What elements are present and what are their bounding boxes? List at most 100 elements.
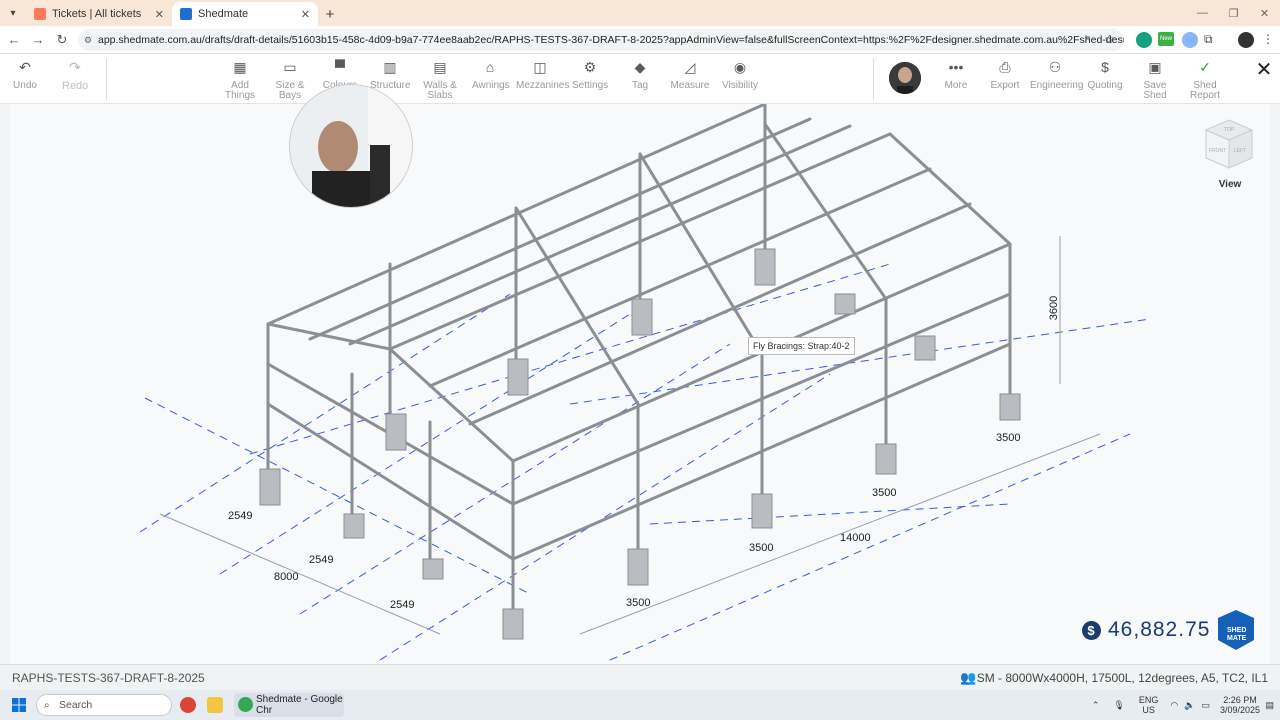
mezzanines-button[interactable]: ◫ Mezzanines <box>516 59 569 91</box>
height-dimension: 3600 <box>1048 295 1061 321</box>
microphone-icon[interactable]: 🎙 <box>1113 700 1124 711</box>
notification-icon[interactable]: ▤ <box>1265 700 1274 711</box>
extension-icon[interactable] <box>1182 32 1198 48</box>
puzzle-icon[interactable]: ⧉ <box>1204 32 1220 48</box>
chevron-up-icon[interactable]: ⌃ <box>1092 700 1100 711</box>
engineering-icon: ⚇ <box>1048 59 1062 75</box>
gear-icon: ⚙ <box>583 59 597 75</box>
taskbar-app-chrome[interactable]: Shedmate - Google Chr <box>234 693 344 717</box>
more-button[interactable]: ••• More <box>940 59 972 91</box>
length-dimension-4: 3500 <box>996 432 1021 444</box>
length-dimension-1: 3500 <box>626 597 651 609</box>
redo-button[interactable]: ↷ Redo <box>62 60 89 92</box>
site-info-icon[interactable]: ⚙ <box>84 35 92 46</box>
hubspot-icon <box>34 8 46 20</box>
visibility-button[interactable]: ◉ Visibility <box>722 59 758 91</box>
wifi-icon[interactable]: ◠ <box>1170 700 1178 711</box>
dollar-icon: $ <box>1082 620 1101 640</box>
view-cube[interactable]: TOP FRONT LEFT <box>1204 118 1254 170</box>
save-shed-button[interactable]: ▣ Save Shed <box>1138 59 1172 101</box>
tab-title: Tickets | All tickets <box>52 8 142 20</box>
extension-new-icon[interactable]: New <box>1158 32 1174 46</box>
tab-close-icon[interactable]: ✕ <box>301 8 310 21</box>
shed-3d-viewport[interactable] <box>10 104 1270 664</box>
viewcube-top-label: TOP <box>1224 127 1235 133</box>
eye-icon: ◉ <box>733 59 747 75</box>
chrome-icon <box>238 697 253 712</box>
shed-report-button[interactable]: ✓ Shed Report <box>1188 60 1222 101</box>
export-button[interactable]: ⎙ Export <box>988 59 1022 91</box>
tab-search-icon[interactable]: ▾ <box>0 0 26 26</box>
more-icon: ••• <box>948 59 964 75</box>
save-shed-label: Save Shed <box>1143 80 1167 101</box>
structure-button[interactable]: ▥ Structure <box>370 59 411 91</box>
clock[interactable]: 2:26 PM 3/09/2025 <box>1220 695 1260 715</box>
shed-frame-drawing <box>139 104 1151 661</box>
tab-title: Shedmate <box>198 8 249 20</box>
language-indicator[interactable]: ENG US <box>1139 695 1159 715</box>
size-bays-button[interactable]: ▭ Size & Bays <box>272 60 308 101</box>
close-designer-icon[interactable]: ✕ <box>1254 60 1274 80</box>
zoom-icon[interactable]: ⌕ <box>1085 32 1101 48</box>
windows-start-icon[interactable] <box>12 698 26 712</box>
tag-icon: ◆ <box>634 59 646 75</box>
person-icon[interactable]: 👥 <box>960 670 976 686</box>
length-total-dimension: 14000 <box>840 532 871 544</box>
redo-label: Redo <box>62 80 89 92</box>
user-avatar[interactable] <box>889 62 921 94</box>
minimize-icon[interactable]: — <box>1187 0 1218 26</box>
toolbar-divider <box>873 58 874 100</box>
viewcube-front-label: FRONT <box>1209 148 1226 154</box>
total-price: $ 46,882.75 <box>1082 618 1210 642</box>
settings-label: Settings <box>572 80 609 91</box>
chrome-menu-icon[interactable]: ⋮ <box>1262 32 1278 48</box>
add-things-label: Add Things <box>224 80 255 101</box>
taskbar-search[interactable]: ⌕ Search <box>36 694 172 716</box>
tab-close-icon[interactable]: ✕ <box>155 8 164 21</box>
reload-icon[interactable]: ↻ <box>50 28 74 52</box>
engineering-button[interactable]: ⚇ Engineering <box>1030 59 1083 91</box>
bookmark-icon[interactable]: ☆ <box>1104 32 1120 48</box>
forward-icon[interactable]: → <box>26 28 50 52</box>
profile-avatar[interactable] <box>1238 32 1254 48</box>
tag-button[interactable]: ◆ Tag <box>624 59 656 91</box>
undo-button[interactable]: ↶ Undo <box>12 60 38 91</box>
measure-button[interactable]: ◿ Measure <box>670 59 710 91</box>
dollar-icon: $ <box>1101 59 1109 75</box>
status-bar: RAPHS-TESTS-367-DRAFT-8-2025 👥 SM - 8000… <box>0 664 1280 690</box>
size-bays-label: Size & Bays <box>275 80 305 101</box>
save-icon: ▣ <box>1148 59 1162 75</box>
member-tooltip: Fly Bracings: Strap:40-2 <box>748 337 855 355</box>
span-dimension-1: 2549 <box>228 510 253 522</box>
visibility-label: Visibility <box>722 80 758 91</box>
mezzanine-icon: ◫ <box>533 59 547 75</box>
maximize-icon[interactable]: ❐ <box>1218 0 1249 26</box>
volume-icon[interactable]: 🔈 <box>1184 700 1195 711</box>
span-dimension-2: 2549 <box>309 554 334 566</box>
quoting-button[interactable]: $ Quoting <box>1086 59 1124 91</box>
quoting-label: Quoting <box>1087 80 1123 91</box>
settings-button[interactable]: ⚙ Settings <box>572 59 609 91</box>
file-explorer-icon[interactable] <box>207 697 223 713</box>
svg-text:SHED: SHED <box>1227 627 1246 634</box>
lang-line1: ENG <box>1138 695 1159 705</box>
user-avatar-photo <box>889 62 921 94</box>
grammarly-icon[interactable] <box>1136 32 1152 48</box>
walls-slabs-button[interactable]: ▤ Walls & Slabs <box>422 60 458 101</box>
close-window-icon[interactable]: ✕ <box>1249 0 1280 26</box>
new-tab-button[interactable]: + <box>318 2 342 26</box>
url-field[interactable]: ⚙ app.shedmate.com.au/drafts/draft-detai… <box>78 29 1124 51</box>
add-things-icon: ▦ <box>233 59 247 75</box>
chrome-icon[interactable] <box>180 697 196 713</box>
printer-icon: ⎙ <box>999 59 1011 75</box>
battery-icon[interactable]: ▭ <box>1201 700 1210 711</box>
structure-icon: ▥ <box>383 59 397 75</box>
add-things-button[interactable]: ▦ Add Things <box>222 59 258 101</box>
svg-text:MATE: MATE <box>1227 635 1247 642</box>
awnings-button[interactable]: ⌂ Awnings <box>472 60 510 91</box>
tab-tickets[interactable]: Tickets | All tickets ✕ <box>26 2 172 26</box>
tab-shedmate[interactable]: Shedmate ✕ <box>172 2 318 26</box>
measure-icon: ◿ <box>684 59 696 75</box>
measure-label: Measure <box>670 80 710 91</box>
back-icon[interactable]: ← <box>2 28 26 52</box>
